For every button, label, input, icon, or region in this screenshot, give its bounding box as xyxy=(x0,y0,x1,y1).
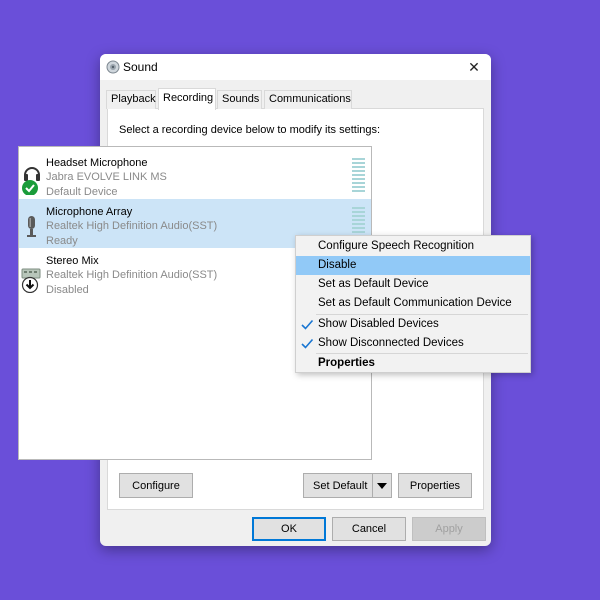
menu-item-label: Set as Default Device xyxy=(318,278,429,290)
device-driver: Realtek High Definition Audio(SST) xyxy=(46,220,218,232)
tab-recording[interactable]: Recording xyxy=(158,88,216,110)
device-driver: Jabra EVOLVE LINK MS xyxy=(46,171,167,183)
menu-item-label: Show Disconnected Devices xyxy=(318,337,464,349)
close-button[interactable]: ✕ xyxy=(457,54,491,80)
device-status: Default Device xyxy=(46,186,118,198)
menu-item-label: Set as Default Communication Device xyxy=(318,297,512,309)
close-icon: ✕ xyxy=(468,58,480,75)
menu-item-show-disconnected-devices[interactable]: Show Disconnected Devices xyxy=(296,334,530,353)
list-item-headset-microphone[interactable]: Headset Microphone Jabra EVOLVE LINK MS … xyxy=(19,150,371,199)
tab-sounds[interactable]: Sounds xyxy=(217,90,262,109)
menu-item-set-default-device[interactable]: Set as Default Device xyxy=(296,275,530,294)
tab-label: Communications xyxy=(269,93,351,105)
device-name: Stereo Mix xyxy=(46,255,99,267)
set-default-button[interactable]: Set Default xyxy=(303,473,392,498)
device-name: Headset Microphone xyxy=(46,157,148,169)
tab-playback[interactable]: Playback xyxy=(106,90,156,109)
menu-item-label: Disable xyxy=(318,259,357,271)
cancel-label: Cancel xyxy=(351,523,387,535)
device-driver: Realtek High Definition Audio(SST) xyxy=(46,269,218,281)
menu-item-set-default-communication-device[interactable]: Set as Default Communication Device xyxy=(296,294,530,313)
title-bar[interactable]: Sound ✕ xyxy=(100,54,491,80)
device-name: Microphone Array xyxy=(46,206,133,218)
menu-item-configure-speech-recognition[interactable]: Configure Speech Recognition xyxy=(296,237,530,256)
checkmark-icon xyxy=(301,338,314,349)
menu-item-label: Configure Speech Recognition xyxy=(318,240,474,252)
cancel-button[interactable]: Cancel xyxy=(332,517,406,541)
tab-label: Recording xyxy=(163,92,214,104)
set-default-dropdown[interactable] xyxy=(372,474,391,497)
tab-label: Playback xyxy=(111,93,156,105)
ok-label: OK xyxy=(281,523,297,535)
tab-label: Sounds xyxy=(222,93,260,105)
speaker-icon xyxy=(106,60,120,74)
properties-button[interactable]: Properties xyxy=(398,473,472,498)
menu-item-label: Properties xyxy=(318,357,375,369)
menu-item-properties[interactable]: Properties xyxy=(296,354,530,373)
level-meter xyxy=(352,158,365,194)
window-title: Sound xyxy=(123,60,158,74)
apply-label: Apply xyxy=(435,523,463,535)
checkmark-icon xyxy=(301,319,314,330)
device-status: Disabled xyxy=(46,284,89,296)
apply-button[interactable]: Apply xyxy=(412,517,486,541)
properties-label: Properties xyxy=(409,479,461,492)
microphone-icon xyxy=(27,216,36,237)
headset-icon xyxy=(22,167,40,195)
default-check-badge xyxy=(22,180,38,195)
menu-item-show-disabled-devices[interactable]: Show Disabled Devices xyxy=(296,315,530,334)
configure-button[interactable]: Configure xyxy=(119,473,193,498)
instruction-text: Select a recording device below to modif… xyxy=(119,124,381,136)
configure-label: Configure xyxy=(132,479,180,492)
stereo-mix-icon xyxy=(21,268,41,293)
chevron-down-icon xyxy=(377,482,387,489)
context-menu: Configure Speech Recognition Disable Set… xyxy=(295,235,531,373)
tab-communications[interactable]: Communications xyxy=(264,90,352,109)
menu-item-disable[interactable]: Disable xyxy=(296,256,530,275)
menu-item-label: Show Disabled Devices xyxy=(318,318,439,330)
set-default-label: Set Default xyxy=(313,479,368,492)
device-status: Ready xyxy=(46,235,78,247)
ok-button[interactable]: OK xyxy=(252,517,326,541)
